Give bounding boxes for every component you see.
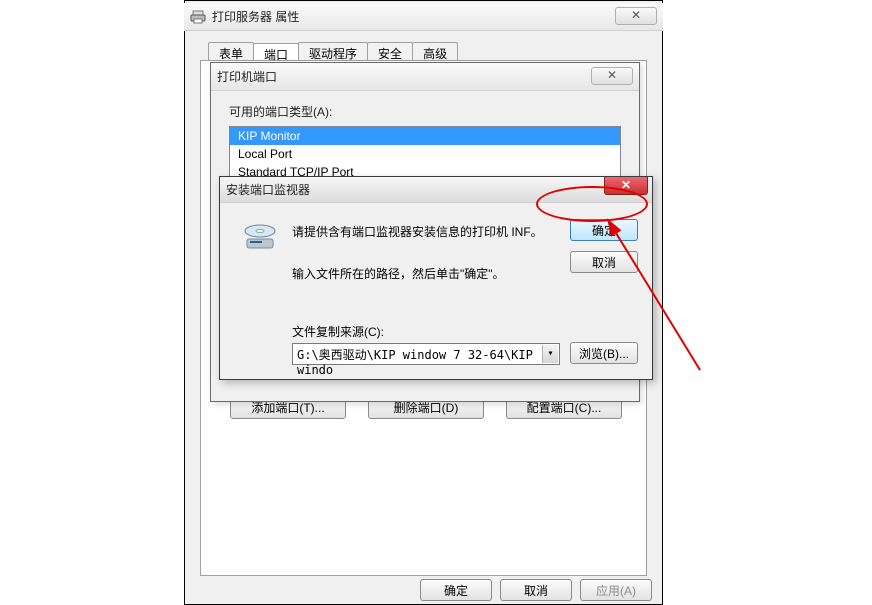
install-close-button[interactable]: ✕ [604,177,648,195]
main-cancel-button[interactable]: 取消 [500,579,572,601]
install-instruction-1: 请提供含有端口监视器安装信息的打印机 INF。 [292,223,592,240]
main-apply-button[interactable]: 应用(A) [580,579,652,601]
install-title: 安装端口监视器 [226,181,310,198]
path-value: G:\奥西驱动\KIP window 7 32-64\KIP windo [297,348,533,377]
chevron-down-icon[interactable]: ▾ [542,345,558,363]
printer-icon [190,9,206,25]
install-ok-button[interactable]: 确定 [570,219,638,241]
copy-from-label: 文件复制来源(C): [292,323,384,340]
install-port-monitor-dialog: 安装端口监视器 ✕ 请提供含有端口监视器安装信息的打印机 INF。 输入文件所在… [219,176,653,380]
port-close-button[interactable]: ✕ [591,67,633,85]
install-browse-button[interactable]: 浏览(B)... [570,342,638,364]
install-instruction-2: 输入文件所在的路径，然后单击"确定"。 [292,265,592,282]
list-item[interactable]: KIP Monitor [230,127,620,145]
main-title: 打印服务器 属性 [212,8,299,25]
port-title: 打印机端口 [217,68,277,85]
port-titlebar[interactable]: 打印机端口 ✕ [211,63,639,91]
main-close-button[interactable]: ✕ [615,7,657,25]
print-server-properties-dialog: 打印服务器 属性 ✕ [184,3,663,31]
path-combobox[interactable]: G:\奥西驱动\KIP window 7 32-64\KIP windo ▾ [292,343,560,365]
disk-icon [242,221,278,251]
main-dialog-buttons: 确定 取消 应用(A) [420,579,652,601]
port-types-label: 可用的端口类型(A): [229,103,621,120]
list-item[interactable]: Local Port [230,145,620,163]
install-titlebar[interactable]: 安装端口监视器 ✕ [220,177,652,203]
install-cancel-button[interactable]: 取消 [570,251,638,273]
main-ok-button[interactable]: 确定 [420,579,492,601]
main-titlebar[interactable]: 打印服务器 属性 ✕ [184,3,663,31]
